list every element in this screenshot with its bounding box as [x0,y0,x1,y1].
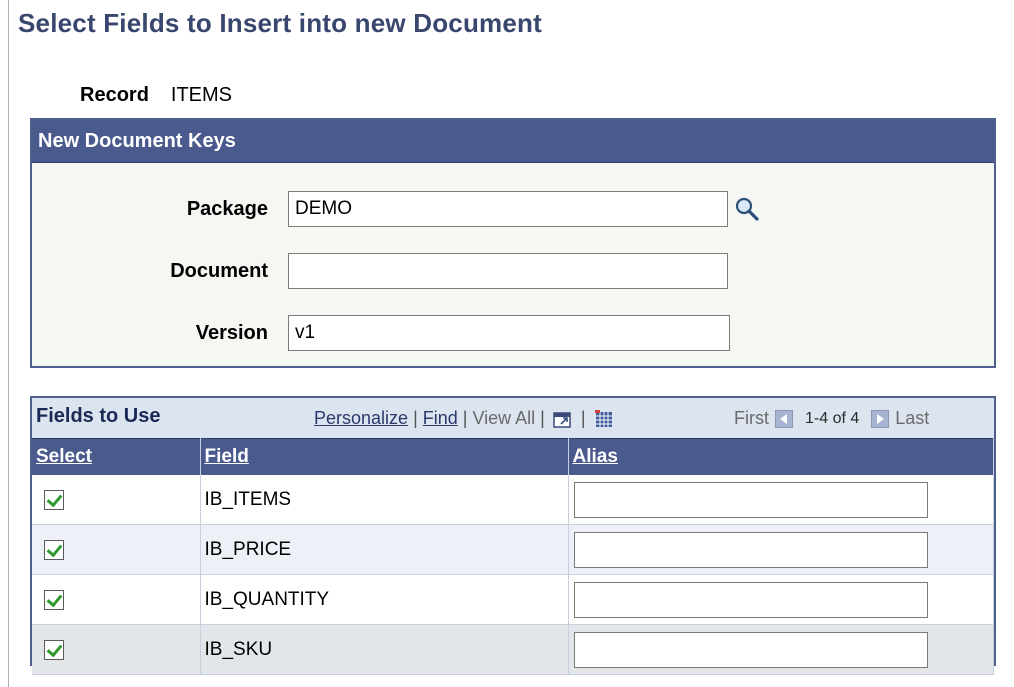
first-link[interactable]: First [734,408,769,429]
page-title: Select Fields to Insert into new Documen… [18,8,542,38]
table-row: IB_SKU [32,624,994,675]
field-cell: IB_QUANTITY [200,574,569,625]
separator: | [413,408,418,428]
version-input[interactable] [288,315,730,351]
alias-cell [568,574,994,625]
alias-input[interactable] [573,581,928,618]
table-header-row: Select Field Alias [32,438,994,475]
version-label: Version [195,321,268,344]
field-cell: IB_SKU [200,624,569,675]
select-cell [32,574,201,625]
download-grid-icon[interactable] [593,409,615,429]
grid-navigation: First 1-4 of 4 Last [734,408,929,429]
find-link[interactable]: Find [423,408,458,429]
table-row: IB_ITEMS [32,475,994,525]
new-document-keys-panel: New Document Keys Package Document Versi… [30,118,996,368]
package-row: Package [32,188,762,230]
personalize-link[interactable]: Personalize [314,408,408,429]
separator: | [462,408,468,428]
version-row: Version [32,312,730,354]
package-label: Package [186,197,268,220]
document-row: Document [32,250,728,292]
alias-input[interactable] [573,531,928,568]
table-row: IB_QUANTITY [32,574,994,625]
grid-header-bar: Fields to Use Personalize | Find | View … [32,398,994,438]
column-header-field[interactable]: Field [200,438,569,475]
field-cell: IB_ITEMS [200,475,569,525]
select-checkbox[interactable] [44,539,64,560]
grid-tools: Personalize | Find | View All | | [314,408,617,429]
select-checkbox[interactable] [44,639,64,660]
select-cell [32,624,201,675]
new-document-keys-header: New Document Keys [32,120,994,163]
select-checkbox[interactable] [44,589,64,610]
next-arrow-icon[interactable] [871,409,890,428]
select-cell [32,475,201,525]
view-all-link[interactable]: View All [472,408,535,429]
table-row: IB_PRICE [32,524,994,575]
last-link[interactable]: Last [895,408,929,429]
record-row: Record ITEMS [80,84,232,107]
select-checkbox[interactable] [44,489,64,510]
package-input[interactable] [288,191,728,227]
select-cell [32,524,201,575]
separator: | [540,408,545,428]
separator: | [580,408,586,428]
alias-input[interactable] [573,631,928,668]
document-input[interactable] [288,253,728,289]
alias-input[interactable] [573,481,928,518]
field-cell: IB_PRICE [200,524,569,575]
document-label: Document [170,259,268,282]
column-header-alias[interactable]: Alias [568,438,994,475]
record-value: ITEMS [170,84,233,106]
lookup-icon[interactable] [732,194,762,224]
grid-title: Fields to Use [36,405,161,427]
alias-cell [568,624,994,675]
alias-cell [568,524,994,575]
left-border [8,0,9,687]
record-label: Record [80,84,149,106]
new-window-icon[interactable] [552,409,574,429]
fields-grid: Fields to Use Personalize | Find | View … [30,396,996,675]
previous-arrow-icon[interactable] [775,409,793,428]
alias-cell [568,475,994,525]
column-header-select[interactable]: Select [32,438,201,475]
row-range: 1-4 of 4 [805,409,860,427]
fields-table: Select Field Alias IB_ITEMS IB_PRICE IB_… [32,438,994,675]
